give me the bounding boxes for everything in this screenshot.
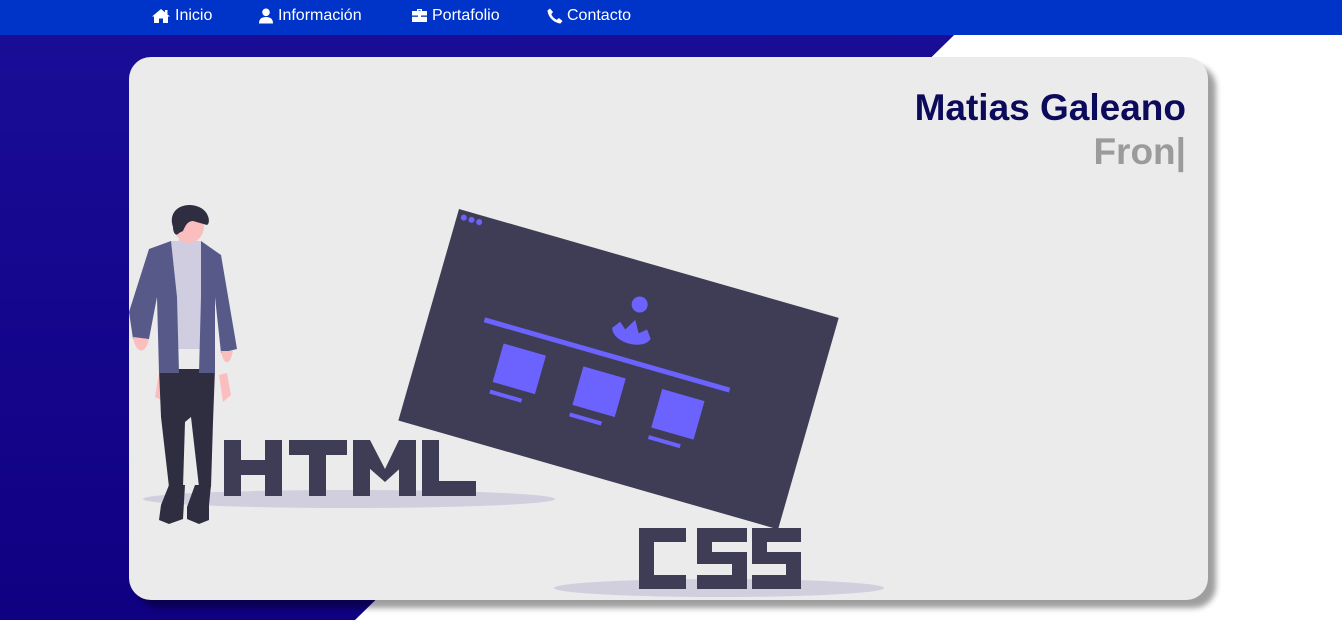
css-block-letters <box>639 528 801 589</box>
nav-item-label: Contacto <box>567 6 632 24</box>
navbar: Inicio Información Portafolio Contacto <box>0 0 1342 35</box>
nav-item-label: Información <box>278 6 362 24</box>
nav-item-label: Portafolio <box>432 6 500 24</box>
html-block-letters <box>224 440 476 496</box>
hero-card: Matias Galeano Fron| <box>129 57 1208 600</box>
developer-person-illustration <box>129 205 237 524</box>
briefcase-icon <box>412 9 427 22</box>
user-icon <box>259 8 273 23</box>
home-icon <box>152 8 170 23</box>
web-developer-illustration <box>129 205 884 597</box>
nav-item-portafolio[interactable]: Portafolio <box>411 0 500 31</box>
phone-icon <box>547 8 563 23</box>
nav-item-informacion[interactable]: Información <box>258 0 362 31</box>
nav-item-inicio[interactable]: Inicio <box>151 0 212 31</box>
nav-item-contacto[interactable]: Contacto <box>547 0 631 31</box>
nav-item-label: Inicio <box>175 6 213 24</box>
